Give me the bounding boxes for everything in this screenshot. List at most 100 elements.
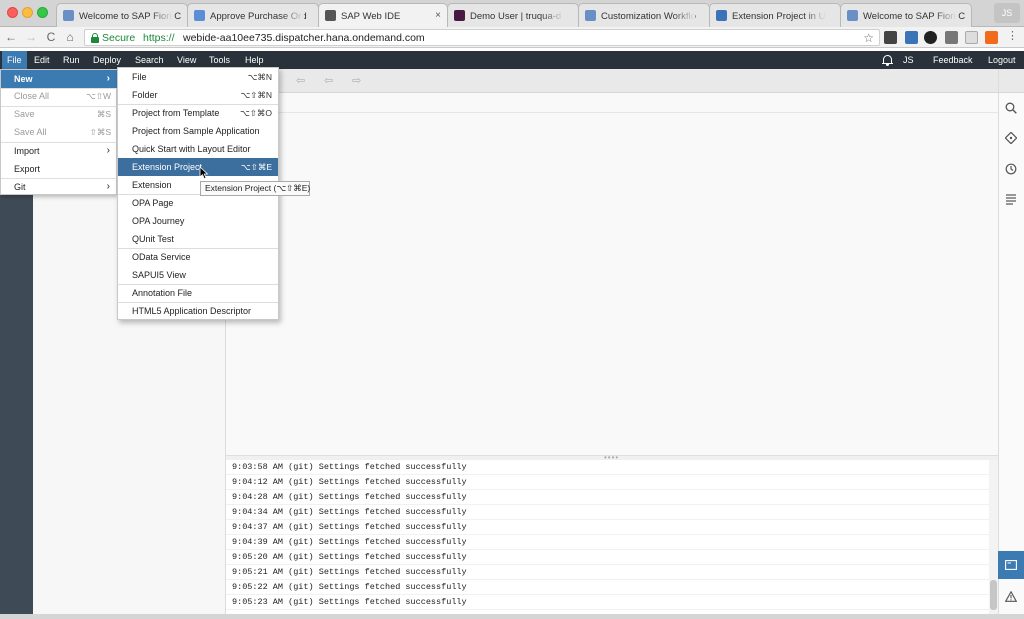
page-favicon-icon [194, 10, 205, 21]
shortcut-label: ⌘S [96, 109, 111, 119]
shortcut-label: ⌥⇧⌘N [240, 90, 272, 100]
menu-edit[interactable]: Edit [29, 51, 55, 69]
page-favicon-icon [716, 10, 727, 21]
bookmark-star-icon[interactable]: ☆ [863, 31, 874, 45]
menu-item-import[interactable]: Import › [1, 142, 117, 160]
chevron-right-icon: › [106, 145, 110, 156]
menu-item-close-all[interactable]: Close All ⌥⇧W [1, 87, 117, 105]
extension-icon[interactable] [945, 31, 958, 44]
menu-item-export[interactable]: Export [1, 160, 117, 178]
browser-tab[interactable]: Customization Workflo [578, 3, 710, 27]
extension-icon[interactable] [905, 31, 918, 44]
shortcut-label: ⌥⇧⌘O [239, 108, 272, 118]
search-icon[interactable] [998, 100, 1024, 120]
page-favicon-icon [847, 10, 858, 21]
page-favicon-icon [325, 10, 336, 21]
shortcut-label: ⌥⌘N [247, 72, 272, 82]
lock-icon [91, 33, 99, 43]
submenu-item-extension-project[interactable]: Extension Project ⌥⇧⌘E [118, 158, 278, 176]
url-host: webide-aa10ee735.dispatcher.hana.ondeman… [183, 32, 425, 44]
submenu-item-odata-service[interactable]: OData Service [118, 248, 278, 266]
browser-tab[interactable]: Demo User | truqua-d [447, 3, 579, 27]
console-line: 9:04:12 AM (git) Settings fetched succes… [226, 475, 991, 490]
outline-icon[interactable] [998, 191, 1024, 211]
menu-item-git[interactable]: Git › [1, 178, 117, 196]
browser-tab[interactable]: Welcome to SAP Fiori C [840, 3, 972, 27]
editor-area[interactable] [226, 93, 998, 455]
menu-item-new[interactable]: New › [1, 70, 117, 88]
submenu-item-sapui5-view[interactable]: SAPUI5 View [118, 266, 278, 284]
browser-tab-bar: Welcome to SAP Fiori C Approve Purchase … [0, 0, 1024, 27]
browser-tab[interactable]: Approve Purchase Ord [187, 3, 319, 27]
submenu-item-qunit-test[interactable]: QUnit Test [118, 230, 278, 248]
logout-link[interactable]: Logout [988, 51, 1016, 69]
submenu-item-annotation-file[interactable]: Annotation File [118, 284, 278, 302]
forward-arrow-icon[interactable]: → [24, 30, 38, 44]
menu-item-save-all[interactable]: Save All ⇧⌘S [1, 123, 117, 141]
menu-run[interactable]: Run [58, 51, 85, 69]
console-scrollbar[interactable] [989, 460, 998, 614]
file-menu-dropdown: New › Close All ⌥⇧W Save ⌘S Save All ⇧⌘S… [0, 69, 117, 195]
feedback-link[interactable]: Feedback [933, 51, 973, 69]
console-line: 9:03:58 AM (git) Settings fetched succes… [226, 460, 991, 475]
console-icon [1005, 560, 1017, 570]
browser-tab[interactable]: Welcome to SAP Fiori C [56, 3, 188, 27]
submenu-item-project-from-sample[interactable]: Project from Sample Application [118, 122, 278, 140]
shortcut-label: ⇧⌘S [89, 127, 111, 137]
console-line: 9:04:34 AM (git) Settings fetched succes… [226, 505, 991, 520]
submenu-item-opa-page[interactable]: OPA Page [118, 194, 278, 212]
extension-icon[interactable] [965, 31, 978, 44]
status-bar [0, 614, 1024, 619]
extension-icon[interactable] [985, 31, 998, 44]
chevron-right-icon: › [106, 73, 110, 84]
home-icon[interactable]: ⌂ [63, 30, 77, 44]
window-minimize-button[interactable] [22, 7, 33, 18]
redo-icon[interactable]: ⇨ [352, 74, 361, 87]
browser-toolbar: ← → C ⌂ Secure https:// webide-aa10ee735… [0, 27, 1024, 48]
menu-item-save[interactable]: Save ⌘S [1, 105, 117, 123]
warning-icon[interactable] [998, 588, 1024, 608]
console-line: 9:05:22 AM (git) Settings fetched succes… [226, 580, 991, 595]
console-toggle-button[interactable] [998, 551, 1024, 579]
extension-icon[interactable] [924, 31, 937, 44]
page-favicon-icon [454, 10, 465, 21]
submenu-item-quick-start[interactable]: Quick Start with Layout Editor [118, 140, 278, 158]
undo-icon[interactable]: ⇦ [324, 74, 333, 87]
mouse-cursor-icon [199, 166, 209, 180]
shortcut-label: ⌥⇧W [86, 91, 111, 101]
format-icon[interactable]: ⇦ [296, 74, 305, 87]
browser-tab[interactable]: Extension Project in U [709, 3, 841, 27]
profile-button[interactable]: JS [994, 3, 1020, 23]
console-line: 9:05:20 AM (git) Settings fetched succes… [226, 550, 991, 565]
window-close-button[interactable] [7, 7, 18, 18]
chevron-right-icon: › [106, 181, 110, 192]
console-panel: 9:03:58 AM (git) Settings fetched succes… [226, 460, 991, 614]
submenu-item-file[interactable]: File ⌥⌘N [118, 68, 278, 86]
shortcut-label: ⌥⇧⌘E [240, 162, 272, 172]
submenu-item-html5-descriptor[interactable]: HTML5 Application Descriptor [118, 302, 278, 320]
bell-icon[interactable] [882, 54, 893, 66]
window-zoom-button[interactable] [37, 7, 48, 18]
console-line: 9:05:23 AM (git) Settings fetched succes… [226, 595, 991, 610]
console-line: 9:05:21 AM (git) Settings fetched succes… [226, 565, 991, 580]
submenu-item-project-from-template[interactable]: Project from Template ⌥⇧⌘O [118, 104, 278, 122]
submenu-item-opa-journey[interactable]: OPA Journey [118, 212, 278, 230]
editor-toolbar: ⇦ ⇦ ⇨ [226, 69, 998, 93]
history-icon[interactable] [998, 161, 1024, 181]
extension-icon[interactable] [884, 31, 897, 44]
menu-file[interactable]: File [2, 51, 27, 69]
submenu-item-folder[interactable]: Folder ⌥⇧⌘N [118, 86, 278, 104]
page-favicon-icon [585, 10, 596, 21]
address-bar[interactable]: Secure https:// webide-aa10ee735.dispatc… [84, 29, 880, 46]
tooltip: Extension Project (⌥⇧⌘E) [200, 181, 310, 196]
back-arrow-icon[interactable]: ← [4, 30, 18, 44]
user-initials[interactable]: JS [903, 51, 914, 69]
console-line: 9:04:37 AM (git) Settings fetched succes… [226, 520, 991, 535]
browser-tab-active[interactable]: SAP Web IDE × [318, 3, 448, 27]
page-favicon-icon [63, 10, 74, 21]
reload-icon[interactable]: C [44, 30, 58, 44]
close-tab-icon[interactable]: × [435, 10, 441, 21]
chrome-menu-icon[interactable]: ⋮ [1006, 31, 1019, 44]
console-line: 9:04:39 AM (git) Settings fetched succes… [226, 535, 991, 550]
git-icon[interactable] [998, 130, 1024, 150]
